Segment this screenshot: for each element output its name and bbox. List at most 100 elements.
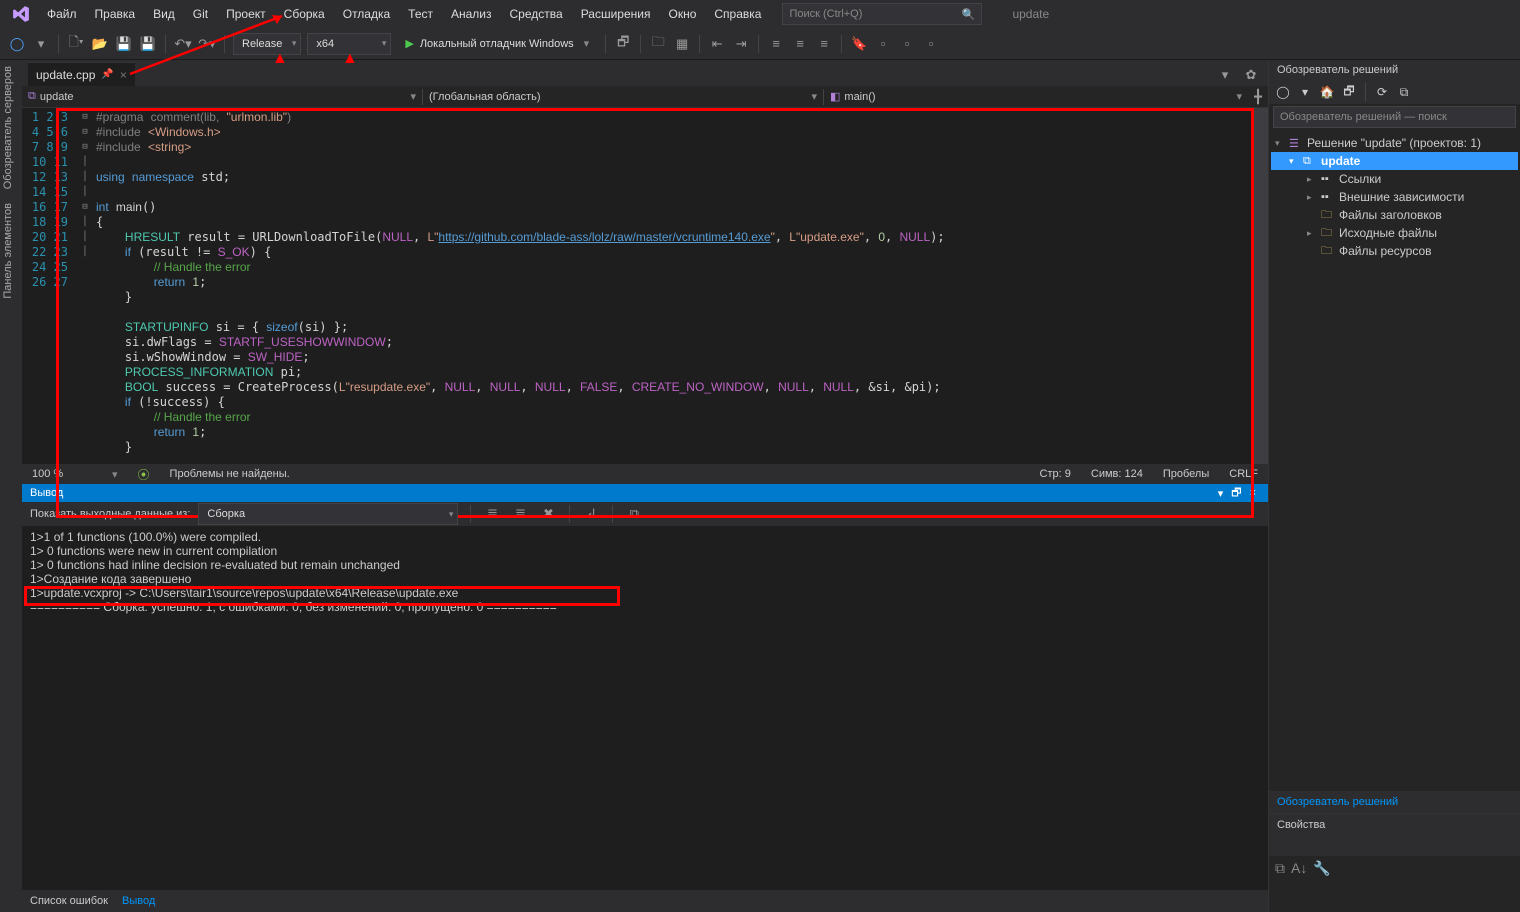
save-icon[interactable]: 💾 [113, 33, 135, 55]
output-tool-d[interactable]: ⧉ [623, 503, 645, 525]
fold-gutter[interactable]: ⊟ ⊟ ⊟ │ │ │ ⊟ │ │ │ [78, 108, 92, 464]
tab-update-cpp[interactable]: update.cpp 📌 × [28, 62, 135, 86]
zoom-level[interactable]: 100 % [32, 468, 92, 480]
sol-showall-icon[interactable]: ⧉ [1394, 82, 1414, 102]
output-wrap-icon[interactable]: ↲ [580, 503, 602, 525]
menu-test[interactable]: Тест [399, 3, 442, 25]
sol-home-icon[interactable]: 🏠 [1317, 82, 1337, 102]
menu-tools[interactable]: Средства [501, 3, 572, 25]
toolbox-tab[interactable]: Панель элементов [2, 203, 20, 299]
nav-fwd-icon[interactable]: ▾ [30, 33, 52, 55]
platform-combo[interactable]: x64 [307, 33, 391, 55]
nav-global[interactable]: (Глобальная область) ▾ [423, 90, 823, 103]
cpp-icon: ⧉ [28, 90, 36, 103]
server-explorer-tab[interactable]: Обозреватель серверов [2, 66, 20, 189]
tree-resources[interactable]: 🗀 Файлы ресурсов [1271, 242, 1518, 260]
sol-back-icon[interactable]: ◯ [1273, 82, 1293, 102]
pin-icon[interactable]: 📌 [101, 69, 113, 80]
tree-solution[interactable]: ▾☰ Решение "update" (проектов: 1) [1271, 134, 1518, 152]
problems-text: Проблемы не найдены. [170, 468, 290, 480]
config-combo[interactable]: Release [233, 33, 301, 55]
props-az-icon[interactable]: A↓ [1291, 860, 1307, 908]
search-input[interactable]: Поиск (Ctrl+Q) 🔍 [782, 3, 982, 25]
menu-view[interactable]: Вид [144, 3, 184, 25]
comment-icon[interactable]: ≡ [765, 33, 787, 55]
props-wrench-icon[interactable]: 🔧 [1313, 860, 1330, 908]
sol-sync-icon[interactable]: 🗗 [1339, 82, 1359, 102]
code-editor[interactable]: 1 2 3 4 5 6 7 8 9 10 11 12 13 14 15 16 1… [22, 108, 1268, 464]
nav-scope[interactable]: ⧉ update ▾ [22, 90, 422, 103]
ok-icon: ⦿ [138, 466, 150, 483]
indent-right-icon[interactable]: ⇥ [730, 33, 752, 55]
search-placeholder: Поиск (Ctrl+Q) [789, 8, 961, 20]
solution-tree[interactable]: ▾☰ Решение "update" (проектов: 1) ▾⧉ upd… [1269, 130, 1520, 791]
format-icon[interactable]: ≡ [813, 33, 835, 55]
menu-window[interactable]: Окно [659, 3, 705, 25]
redo-icon[interactable]: ↷▾ [196, 33, 218, 55]
nav-plus-icon[interactable]: ╋ [1248, 86, 1268, 108]
open-icon[interactable]: 📂 [89, 33, 111, 55]
menu-build[interactable]: Сборка [275, 3, 334, 25]
solution-search[interactable]: Обозреватель решений — поиск [1273, 106, 1516, 128]
tool-icon-a[interactable]: 🗗 [612, 33, 634, 55]
solution-title: Обозреватель решений [1269, 60, 1520, 80]
solution-search-ph: Обозреватель решений — поиск [1280, 111, 1447, 123]
tool-icon-b[interactable]: 🗀 [647, 33, 669, 55]
undo-icon[interactable]: ↶▾ [172, 33, 194, 55]
menu-project[interactable]: Проект [217, 3, 275, 25]
sol-fwd-icon[interactable]: ▾ [1295, 82, 1315, 102]
uncomment-icon[interactable]: ≡ [789, 33, 811, 55]
solution-bottom-tab[interactable]: Обозреватель решений [1269, 791, 1520, 813]
tree-refs[interactable]: ▸▪▪ Ссылки [1271, 170, 1518, 188]
nav-back-icon[interactable]: ◯ [6, 33, 28, 55]
tool-icon-c[interactable]: ▦ [671, 33, 693, 55]
nav-func[interactable]: ◧ main() ▾ [824, 90, 1248, 103]
status-tabs[interactable]: Пробелы [1163, 468, 1209, 480]
tab-output[interactable]: Вывод [122, 895, 155, 907]
props-cat-icon[interactable]: ⧉ [1275, 860, 1285, 908]
tab-label: update.cpp [36, 68, 95, 82]
indent-left-icon[interactable]: ⇤ [706, 33, 728, 55]
new-item-icon[interactable]: 🗋▾ [65, 33, 87, 55]
tree-project[interactable]: ▾⧉ update [1271, 152, 1518, 170]
close-icon[interactable]: × [120, 68, 127, 82]
tool-icon-d1[interactable]: ▫ [872, 33, 894, 55]
menu-git[interactable]: Git [184, 3, 217, 25]
start-debug-button[interactable]: ▶ Локальный отладчик Windows ▾ [395, 33, 599, 55]
doc-split-icon[interactable]: ▾ [1214, 64, 1236, 86]
menu-file[interactable]: Файл [38, 3, 86, 25]
code-area[interactable]: #pragma comment(lib, "urlmon.lib") #incl… [92, 108, 1254, 464]
tree-ext[interactable]: ▸▪▪ Внешние зависимости [1271, 188, 1518, 206]
output-body[interactable]: 1>1 of 1 functions (100.0%) were compile… [22, 526, 1268, 890]
sol-refresh-icon[interactable]: ⟳ [1372, 82, 1392, 102]
output-tool-a[interactable]: ≣ [481, 503, 503, 525]
editor-scrollbar[interactable] [1254, 108, 1268, 464]
output-tool-c[interactable]: ✖ [537, 503, 559, 525]
save-all-icon[interactable]: 💾 [137, 33, 159, 55]
tool-icon-d2[interactable]: ▫ [896, 33, 918, 55]
solution-explorer: Обозреватель решений ◯ ▾ 🏠 🗗 ⟳ ⧉ Обозрев… [1268, 60, 1520, 912]
tree-sources[interactable]: ▸🗀 Исходные файлы [1271, 224, 1518, 242]
tree-headers[interactable]: 🗀 Файлы заголовков [1271, 206, 1518, 224]
func-icon: ◧ [830, 90, 840, 103]
bookmark-icon[interactable]: 🔖 [848, 33, 870, 55]
menu-analyze[interactable]: Анализ [442, 3, 501, 25]
status-line: Стр: 9 [1040, 468, 1071, 480]
output-dropdown-icon[interactable]: ▾ [1214, 487, 1228, 500]
output-close-icon[interactable]: × [1246, 487, 1260, 499]
output-source-combo[interactable]: Сборка [198, 503, 458, 525]
doc-settings-icon[interactable]: ✿ [1240, 64, 1262, 86]
search-icon: 🔍 [962, 8, 976, 21]
main-toolbar: ◯ ▾ 🗋▾ 📂 💾 💾 ↶▾ ↷▾ Release x64 ▶ Локальн… [0, 28, 1520, 60]
menu-help[interactable]: Справка [705, 3, 770, 25]
status-eol[interactable]: CRLF [1229, 468, 1258, 480]
title-button[interactable]: update [1002, 5, 1059, 23]
output-tool-b[interactable]: ≣ [509, 503, 531, 525]
output-pin-icon[interactable]: 🗗 [1227, 484, 1245, 503]
menu-edit[interactable]: Правка [86, 3, 145, 25]
tab-error-list[interactable]: Список ошибок [30, 895, 108, 907]
output-show-label: Показать выходные данные из: [30, 508, 190, 520]
tool-icon-d3[interactable]: ▫ [920, 33, 942, 55]
menu-ext[interactable]: Расширения [572, 3, 660, 25]
menu-debug[interactable]: Отладка [334, 3, 399, 25]
